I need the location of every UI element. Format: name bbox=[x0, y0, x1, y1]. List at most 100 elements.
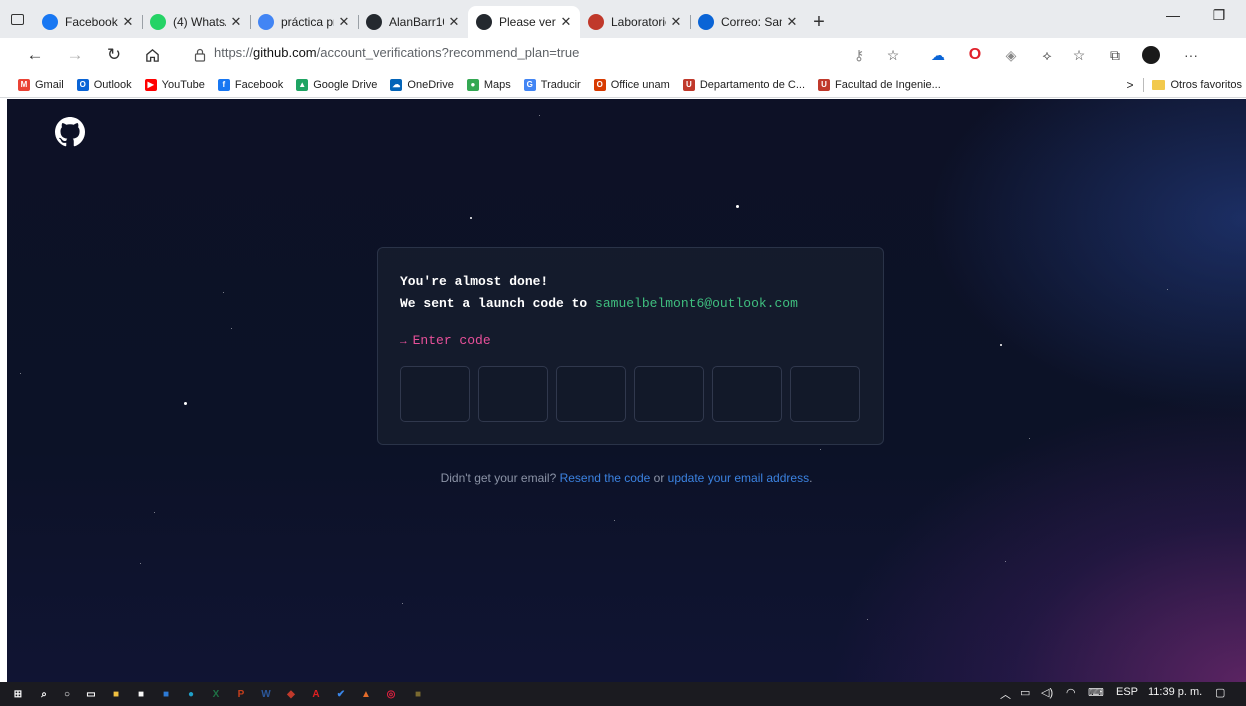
powerpoint-icon[interactable]: P bbox=[233, 686, 249, 702]
browser-tab[interactable]: Facebook ✕ bbox=[34, 6, 142, 38]
acrobat-icon[interactable]: A bbox=[308, 686, 324, 702]
or-text: or bbox=[650, 471, 668, 485]
settings-menu-button[interactable]: ··· bbox=[1180, 45, 1202, 65]
show-hidden-icons-chevron-icon[interactable]: ︿ bbox=[1000, 686, 1011, 702]
collections-button[interactable]: ⧉ bbox=[1104, 45, 1126, 65]
google-drive-icon: ▲ bbox=[296, 78, 309, 91]
volume-icon[interactable]: ◁) bbox=[1041, 686, 1053, 699]
unam-icon: U bbox=[818, 78, 830, 91]
extensions-menu-button[interactable]: ⟡ bbox=[1036, 45, 1058, 65]
mail-icon[interactable]: ■ bbox=[158, 686, 174, 702]
wifi-icon[interactable]: ◠ bbox=[1066, 686, 1076, 699]
favorite-item[interactable]: f Facebook bbox=[217, 78, 283, 91]
excel-icon[interactable]: X bbox=[208, 686, 224, 702]
browser-tab[interactable]: Laboratorio Salas✕ bbox=[580, 6, 690, 38]
close-tab-icon[interactable]: ✕ bbox=[558, 14, 574, 30]
read-aloud-button[interactable]: ⚷ bbox=[848, 45, 870, 65]
search-icon[interactable]: ⌕ bbox=[36, 686, 52, 702]
close-tab-icon[interactable]: ✕ bbox=[668, 14, 684, 30]
favorites-button[interactable]: ☆ bbox=[1068, 45, 1090, 65]
favorite-item[interactable]: ▲ Google Drive bbox=[296, 78, 377, 91]
code-digit-input[interactable] bbox=[556, 366, 626, 422]
refresh-button[interactable]: ↻ bbox=[101, 43, 127, 67]
task-view-icon[interactable]: ▭ bbox=[83, 686, 99, 702]
favorite-item[interactable]: M Gmail bbox=[18, 78, 64, 91]
browser-tab[interactable]: práctica progra✕ bbox=[250, 6, 358, 38]
office-icon: O bbox=[593, 78, 606, 91]
close-tab-icon[interactable]: ✕ bbox=[228, 14, 244, 30]
favorite-item[interactable]: ▶ YouTube bbox=[144, 78, 205, 91]
restore-button[interactable]: ❐ bbox=[1196, 0, 1242, 30]
minimize-button[interactable]: — bbox=[1150, 0, 1196, 30]
opera-extension[interactable]: O bbox=[964, 45, 986, 65]
favorites-bar-right: > Otros favoritos bbox=[1126, 72, 1242, 98]
url-host: github.com bbox=[253, 45, 317, 60]
other-favorites-folder[interactable]: Otros favoritos bbox=[1152, 79, 1242, 91]
start-button[interactable]: ⊞ bbox=[10, 686, 26, 702]
close-tab-icon[interactable]: ✕ bbox=[446, 14, 462, 30]
browser-tab[interactable]: (4) WhatsApp✕ bbox=[142, 6, 250, 38]
favorite-label: Gmail bbox=[35, 78, 64, 91]
onedrive-extension[interactable]: ☁ bbox=[927, 45, 949, 65]
unam-app-icon[interactable]: ◆ bbox=[283, 686, 299, 702]
back-button[interactable]: ← bbox=[22, 43, 48, 67]
github-icon bbox=[476, 14, 492, 30]
favorite-item[interactable]: O Outlook bbox=[76, 78, 132, 91]
star-dot bbox=[223, 292, 224, 293]
tab-actions-button[interactable] bbox=[0, 0, 34, 38]
code-digit-input[interactable] bbox=[400, 366, 470, 422]
favorite-item[interactable]: U Departamento de C... bbox=[682, 78, 805, 91]
github-logo-icon[interactable] bbox=[55, 117, 85, 147]
minecraft-icon[interactable]: ■ bbox=[410, 686, 426, 702]
code-digit-input[interactable] bbox=[712, 366, 782, 422]
back-arrow-icon: ← bbox=[26, 45, 44, 64]
new-tab-button[interactable]: + bbox=[806, 6, 832, 38]
star-dot bbox=[470, 217, 472, 219]
favorites-list-icon: ☆ bbox=[1072, 46, 1086, 63]
enter-code-prompt: → Enter code bbox=[400, 333, 491, 348]
code-digit-input[interactable] bbox=[634, 366, 704, 422]
favorite-item[interactable]: ● Maps bbox=[466, 78, 511, 91]
close-tab-icon[interactable]: ✕ bbox=[120, 14, 136, 30]
network-icon[interactable]: ▭ bbox=[1020, 686, 1030, 699]
language-indicator[interactable]: ESP bbox=[1116, 686, 1138, 698]
clock[interactable]: 11:39 p. m. bbox=[1148, 686, 1202, 698]
keyboard-icon[interactable]: ⌨ bbox=[1088, 686, 1104, 699]
notifications-icon[interactable]: ▢ bbox=[1215, 686, 1225, 699]
store-icon[interactable]: ■ bbox=[133, 686, 149, 702]
outlook-icon: O bbox=[76, 78, 89, 91]
forward-button[interactable]: → bbox=[62, 43, 88, 67]
code-digit-input[interactable] bbox=[478, 366, 548, 422]
minimize-icon: — bbox=[1166, 7, 1180, 23]
close-tab-icon[interactable]: ✕ bbox=[336, 14, 352, 30]
browser-tab[interactable]: Correo: Samuel B✕ bbox=[690, 6, 806, 38]
todo-icon[interactable]: ✔ bbox=[333, 686, 349, 702]
address-field[interactable]: https://github.com/account_verifications… bbox=[172, 42, 892, 68]
close-tab-icon[interactable]: ✕ bbox=[784, 14, 800, 30]
extension-button[interactable]: ◈ bbox=[1000, 45, 1022, 65]
word-icon[interactable]: W bbox=[258, 686, 274, 702]
code-digit-input[interactable] bbox=[790, 366, 860, 422]
file-explorer-icon[interactable]: ■ bbox=[108, 686, 124, 702]
arrow-icon: → bbox=[400, 336, 407, 348]
browser-tab[interactable]: Please verify you✕ bbox=[468, 6, 580, 38]
favorite-item[interactable]: ☁ OneDrive bbox=[390, 78, 454, 91]
url-scheme: https:// bbox=[214, 45, 254, 60]
favorite-label: Facultad de Ingenie... bbox=[835, 78, 941, 91]
edge-icon[interactable]: ● bbox=[183, 686, 199, 702]
matlab-icon[interactable]: ▲ bbox=[358, 686, 374, 702]
more-favorites-chevron-icon[interactable]: > bbox=[1126, 78, 1133, 92]
opera-icon[interactable]: ◎ bbox=[383, 686, 399, 702]
update-email-link[interactable]: update your email address bbox=[668, 471, 809, 485]
favorite-item[interactable]: O Office unam bbox=[593, 78, 670, 91]
profile-button[interactable] bbox=[1140, 45, 1162, 65]
add-favorite-button[interactable]: ☆ bbox=[882, 45, 904, 65]
tab-actions-icon bbox=[10, 13, 24, 25]
favorite-item[interactable]: G Traducir bbox=[523, 78, 581, 91]
resend-code-link[interactable]: Resend the code bbox=[560, 471, 651, 485]
home-button[interactable] bbox=[139, 43, 165, 67]
favorite-item[interactable]: U Facultad de Ingenie... bbox=[818, 78, 941, 91]
tab-list: Facebook✕(4) WhatsApp✕práctica progra✕Al… bbox=[34, 0, 806, 38]
cortana-icon[interactable]: ○ bbox=[59, 686, 75, 702]
browser-tab[interactable]: AlanBarr1007/Pr✕ bbox=[358, 6, 468, 38]
